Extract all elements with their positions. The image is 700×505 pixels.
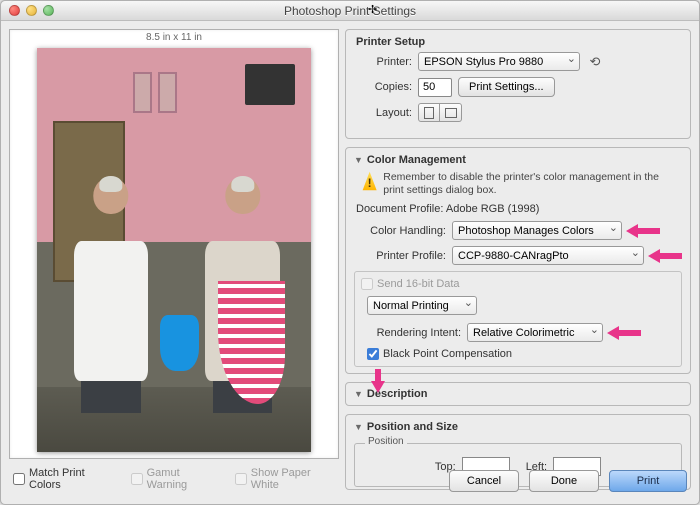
layout-label: Layout: <box>354 107 412 119</box>
document-profile: Document Profile: Adobe RGB (1998) <box>356 203 682 215</box>
color-handling-select[interactable]: Photoshop Manages Colors <box>452 221 622 240</box>
annotation-arrow-icon <box>626 223 660 239</box>
match-print-colors-label: Match Print Colors <box>29 467 117 491</box>
print-button[interactable]: Print <box>609 470 687 492</box>
annotation-arrow-icon <box>607 325 641 341</box>
position-size-header[interactable]: Position and Size <box>354 421 682 433</box>
color-mgmt-subgroup: Send 16-bit Data Normal Printing Renderi… <box>354 271 682 367</box>
cancel-button[interactable]: Cancel <box>449 470 519 492</box>
rendering-intent-label: Rendering Intent: <box>361 327 461 339</box>
dialog-body: 8.5 in x 11 in <box>1 21 699 504</box>
printing-mode-select[interactable]: Normal Printing <box>367 296 477 315</box>
landscape-icon[interactable] <box>440 103 462 122</box>
right-pane: Printer Setup Printer: EPSON Stylus Pro … <box>345 29 691 496</box>
show-paper-white-checkbox: Show Paper White <box>235 467 339 491</box>
preview-options: Match Print Colors Gamut Warning Show Pa… <box>9 467 339 491</box>
description-header: Description <box>367 388 428 400</box>
window-title: Photoshop Print Settings <box>1 4 699 18</box>
print-preview <box>37 48 311 452</box>
description-group[interactable]: Description <box>345 382 691 406</box>
paper-size-label: 8.5 in x 11 in <box>10 30 338 45</box>
print-settings-window: Photoshop Print Settings ✢ 8.5 in x 11 i… <box>0 0 700 505</box>
left-pane: 8.5 in x 11 in <box>9 29 339 496</box>
color-handling-label: Color Handling: <box>354 225 446 237</box>
black-point-compensation-checkbox[interactable]: Black Point Compensation <box>367 348 675 360</box>
annotation-arrow-icon <box>648 248 682 264</box>
warning-icon: ! <box>362 171 377 191</box>
print-settings-button[interactable]: Print Settings... <box>458 77 555 97</box>
color-management-header[interactable]: Color Management <box>354 154 682 166</box>
copies-input[interactable] <box>418 78 452 97</box>
color-management-group: Color Management ! Remember to disable t… <box>345 147 691 374</box>
titlebar: Photoshop Print Settings ✢ <box>1 1 699 21</box>
dialog-footer: Cancel Done Print <box>449 470 687 492</box>
printer-label: Printer: <box>354 56 412 68</box>
color-mgmt-warning: Remember to disable the printer's color … <box>383 171 682 197</box>
printer-select[interactable]: EPSON Stylus Pro 9880 <box>418 52 580 71</box>
layout-orientation-toggle[interactable] <box>418 103 462 122</box>
copies-label: Copies: <box>354 81 412 93</box>
gamut-warning-checkbox: Gamut Warning <box>131 467 221 491</box>
portrait-icon[interactable] <box>418 103 440 122</box>
printer-profile-label: Printer Profile: <box>354 250 446 262</box>
disclosure-triangle-icon <box>354 155 363 165</box>
printer-setup-group: Printer Setup Printer: EPSON Stylus Pro … <box>345 29 691 139</box>
disclosure-triangle-icon <box>354 389 363 399</box>
disclosure-triangle-icon <box>354 422 363 432</box>
match-print-colors-checkbox[interactable]: Match Print Colors <box>13 467 117 491</box>
show-paper-white-label: Show Paper White <box>251 467 339 491</box>
send-16bit-checkbox: Send 16-bit Data <box>361 278 675 290</box>
rendering-intent-select[interactable]: Relative Colorimetric <box>467 323 603 342</box>
preview-frame: 8.5 in x 11 in <box>9 29 339 459</box>
printer-options-icon[interactable]: ⟲ <box>586 53 604 71</box>
cursor-icon: ✢ <box>368 3 377 16</box>
printer-profile-select[interactable]: CCP-9880-CANragPto <box>452 246 644 265</box>
printer-setup-header: Printer Setup <box>356 36 682 48</box>
position-legend: Position <box>365 436 407 447</box>
preview-image <box>37 48 311 452</box>
gamut-warning-label: Gamut Warning <box>147 467 221 491</box>
done-button[interactable]: Done <box>529 470 599 492</box>
